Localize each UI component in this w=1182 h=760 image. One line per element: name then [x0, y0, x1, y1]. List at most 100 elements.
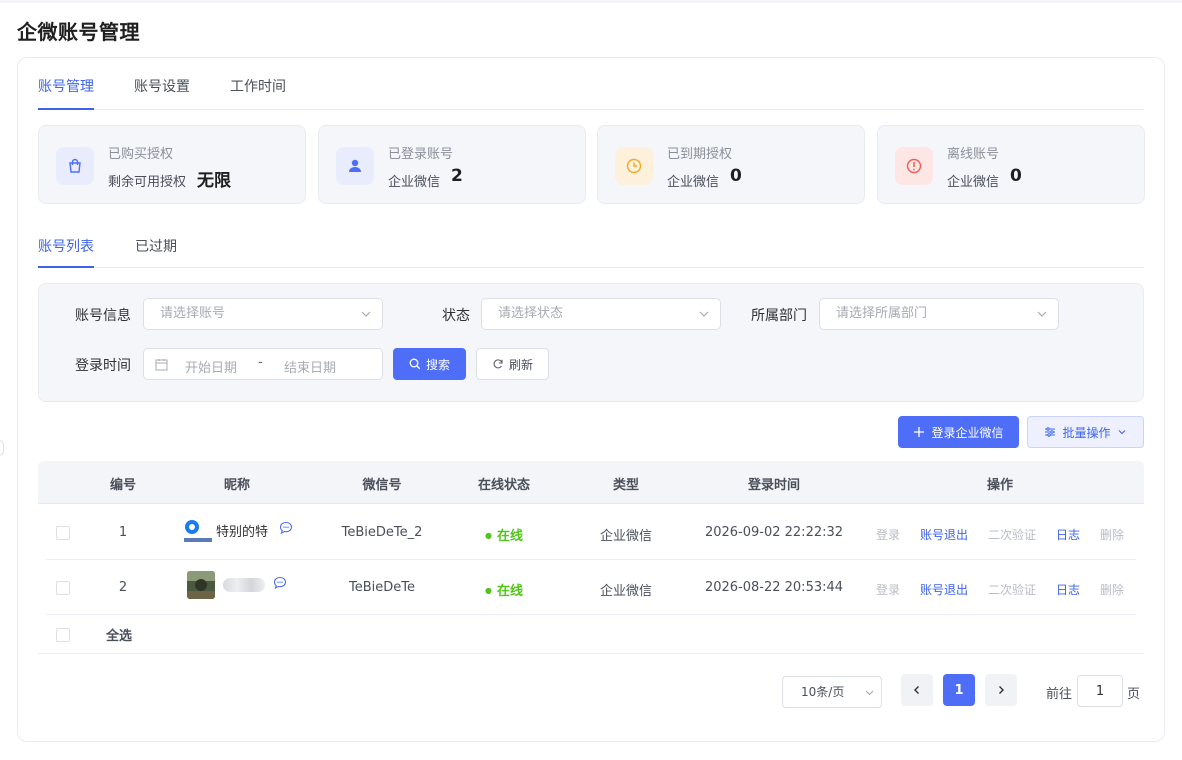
refresh-button-label: 刷新 — [508, 357, 533, 372]
row-online-status: 在线 — [485, 580, 523, 599]
stat-card-offline: 离线账号 企业微信 0 — [877, 125, 1145, 204]
sliders-icon — [1045, 427, 1056, 437]
table-row: 2 TeBieDeTe 在线 企业微信 2026-08-22 20:53:44 … — [46, 560, 1136, 615]
chevron-right-icon — [999, 686, 1004, 694]
two-factor-action[interactable]: 二次验证 — [988, 526, 1036, 543]
select-all-checkbox[interactable] — [56, 628, 70, 642]
delete-action[interactable]: 删除 — [1100, 526, 1124, 543]
goto-page-input[interactable] — [1077, 675, 1123, 707]
goto-suffix: 页 — [1127, 687, 1141, 702]
time-filter-label: 登录时间 — [75, 358, 131, 374]
page-number-current[interactable]: 1 — [943, 674, 975, 706]
status-select-placeholder: 请选择状态 — [498, 306, 564, 321]
chat-bubble-icon[interactable] — [273, 576, 287, 590]
goto-prefix: 前往 — [1046, 687, 1073, 702]
chevron-left-icon — [914, 686, 919, 694]
batch-operation-label: 批量操作 — [1062, 425, 1111, 440]
chevron-down-icon — [699, 311, 709, 317]
sidebar-collapse-handle[interactable] — [0, 440, 4, 456]
logout-action[interactable]: 账号退出 — [920, 581, 968, 598]
search-button[interactable]: 搜索 — [393, 348, 466, 380]
select-all-row: 全选 — [38, 614, 1144, 654]
page-title: 企微账号管理 — [17, 20, 140, 44]
header-id: 编号 — [109, 478, 137, 493]
header-nickname: 昵称 — [223, 478, 251, 493]
log-action[interactable]: 日志 — [1056, 526, 1080, 543]
refresh-icon — [493, 359, 503, 369]
row-login-time: 2026-09-02 22:22:32 — [704, 525, 844, 540]
login-action[interactable]: 登录 — [876, 526, 900, 543]
log-action[interactable]: 日志 — [1056, 581, 1080, 598]
row-wechat-id: TeBieDeTe — [349, 580, 415, 595]
header-online-status: 在线状态 — [477, 478, 531, 493]
main-tabs: 账号管理 账号设置 工作时间 — [38, 58, 1144, 110]
active-tab-indicator — [38, 108, 94, 110]
row-checkbox[interactable] — [56, 526, 70, 540]
table-header: 编号 昵称 微信号 在线状态 类型 登录时间 操作 — [38, 461, 1144, 504]
login-wecom-label: 登录企业微信 — [931, 425, 1004, 440]
stat-label: 剩余可用授权 — [108, 175, 187, 190]
row-id: 1 — [118, 525, 128, 540]
dept-select-placeholder: 请选择所属部门 — [836, 306, 928, 321]
row-type: 企业微信 — [599, 529, 653, 544]
tab-expired[interactable]: 已过期 — [135, 236, 177, 256]
header-login-time: 登录时间 — [747, 478, 801, 493]
tab-account-settings[interactable]: 账号设置 — [134, 76, 190, 96]
dept-filter-label: 所属部门 — [751, 308, 807, 324]
date-separator: - — [258, 355, 263, 370]
delete-action[interactable]: 删除 — [1100, 581, 1124, 598]
row-checkbox[interactable] — [56, 581, 70, 595]
chevron-down-icon — [865, 690, 874, 696]
tab-work-time[interactable]: 工作时间 — [230, 76, 286, 96]
row-type: 企业微信 — [599, 584, 653, 599]
refresh-button[interactable]: 刷新 — [476, 348, 549, 380]
stat-title: 已到期授权 — [667, 147, 733, 162]
chevron-down-icon — [1118, 430, 1125, 435]
page-size-select[interactable]: 10条/页 — [782, 676, 882, 708]
next-page-button[interactable] — [985, 674, 1017, 706]
header-type: 类型 — [612, 478, 640, 493]
page-size-value: 10条/页 — [801, 685, 845, 699]
row-wechat-id: TeBieDeTe_2 — [341, 525, 423, 540]
plus-icon — [914, 427, 925, 437]
batch-operation-dropdown[interactable]: 批量操作 — [1027, 416, 1144, 448]
tab-account-list[interactable]: 账号列表 — [38, 236, 94, 256]
chevron-down-icon — [1037, 311, 1047, 317]
tab-account-management[interactable]: 账号管理 — [38, 76, 94, 96]
login-wecom-button[interactable]: 登录企业微信 — [898, 416, 1019, 448]
shopping-bag-icon — [56, 147, 94, 185]
avatar — [184, 516, 212, 544]
avatar — [187, 571, 215, 599]
two-factor-action[interactable]: 二次验证 — [988, 581, 1036, 598]
search-button-label: 搜索 — [425, 357, 450, 372]
chat-bubble-icon[interactable] — [279, 521, 293, 535]
stat-value: 2 — [451, 166, 463, 186]
stat-value: 0 — [1010, 166, 1022, 186]
active-subtab-indicator — [38, 266, 94, 268]
stat-label: 企业微信 — [947, 175, 1000, 190]
date-range-picker[interactable]: 开始日期 - 结束日期 — [143, 348, 383, 380]
status-select[interactable]: 请选择状态 — [481, 298, 721, 330]
dept-select[interactable]: 请选择所属部门 — [819, 298, 1059, 330]
search-icon — [409, 358, 421, 370]
stat-value: 无限 — [197, 171, 231, 191]
account-select[interactable]: 请选择账号 — [143, 298, 383, 330]
logout-action[interactable]: 账号退出 — [920, 526, 968, 543]
stat-card-logged-in: 已登录账号 企业微信 2 — [318, 125, 586, 204]
alert-circle-icon — [895, 147, 933, 185]
account-select-placeholder: 请选择账号 — [160, 306, 226, 321]
filter-panel: 账号信息 请选择账号 状态 请选择状态 所属部门 请选择所属部门 登录时间 开始… — [38, 283, 1144, 402]
stat-title: 离线账号 — [947, 147, 1000, 162]
stat-card-expired: 已到期授权 企业微信 0 — [597, 125, 865, 204]
row-id: 2 — [118, 580, 128, 595]
calendar-icon — [155, 359, 168, 371]
prev-page-button[interactable] — [901, 674, 933, 706]
stat-title: 已购买授权 — [108, 147, 174, 162]
login-action[interactable]: 登录 — [876, 581, 900, 598]
stat-label: 企业微信 — [667, 175, 720, 190]
end-date-placeholder: 结束日期 — [284, 361, 337, 376]
chevron-down-icon — [361, 311, 371, 317]
row-nickname: 特别的特 — [216, 525, 269, 540]
user-icon — [336, 147, 374, 185]
select-all-label: 全选 — [106, 629, 133, 644]
